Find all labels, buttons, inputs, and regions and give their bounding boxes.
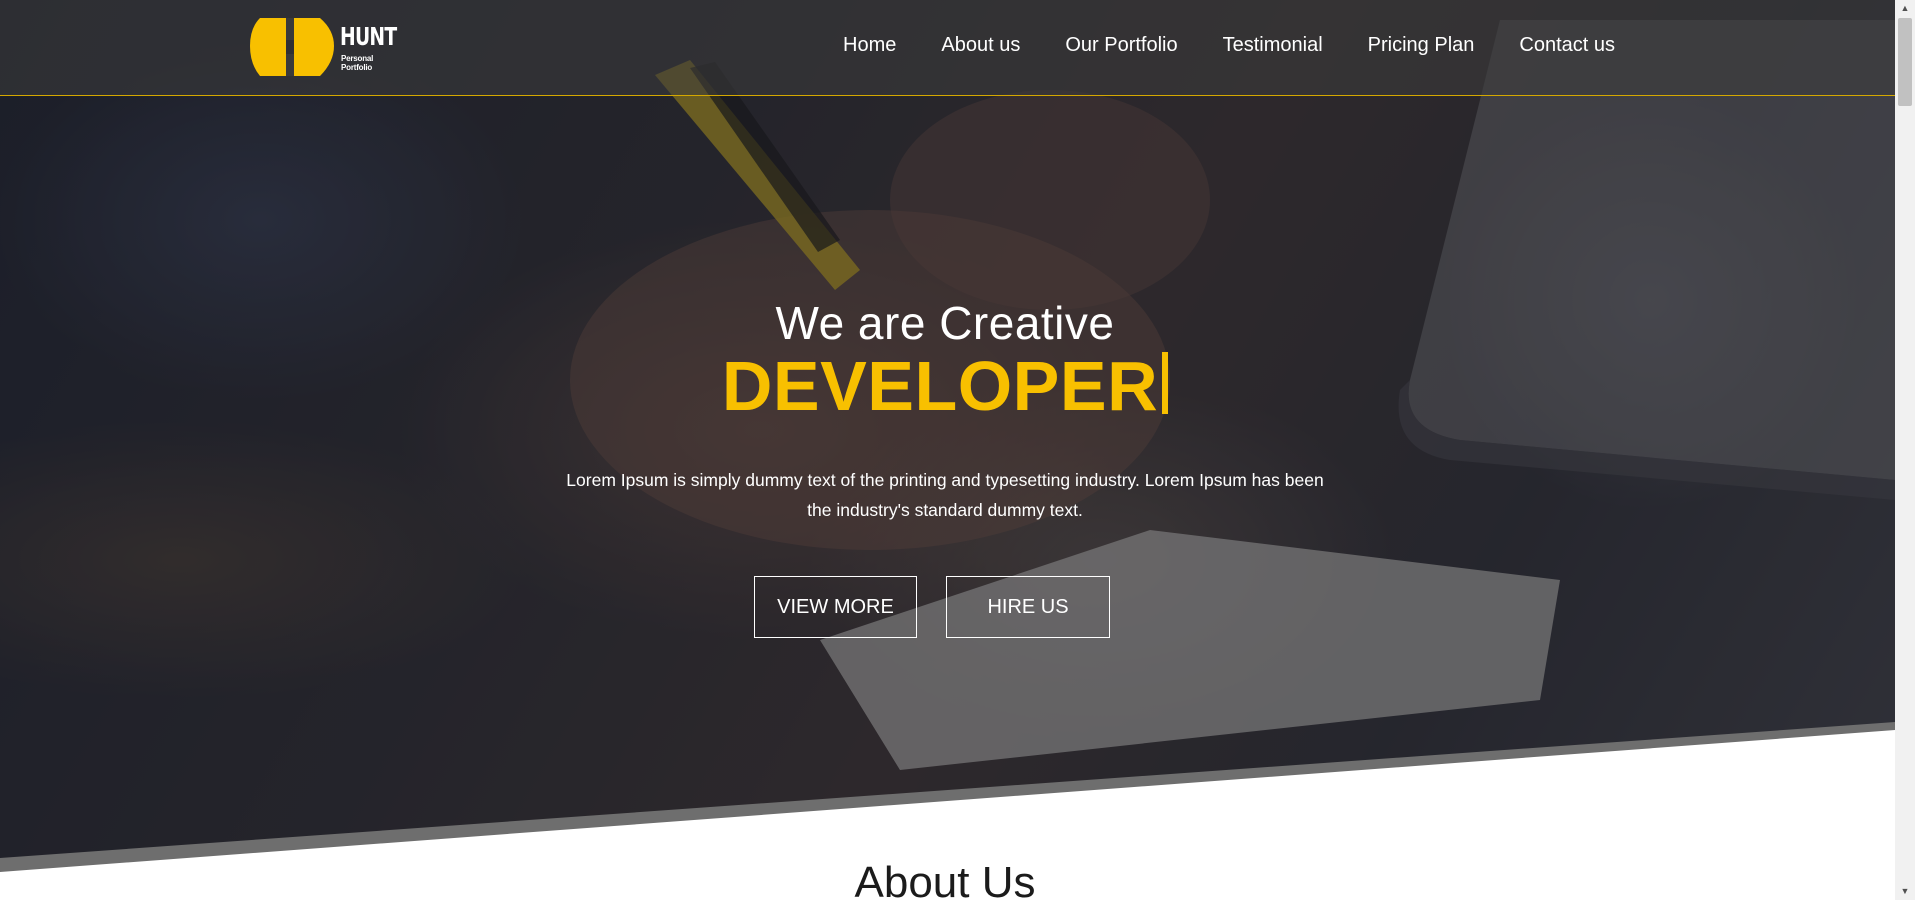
main-nav: Home About us Our Portfolio Testimonial … xyxy=(798,34,1615,57)
chevron-down-icon[interactable]: ▼ xyxy=(1895,883,1915,900)
view-more-button[interactable]: VIEW MORE xyxy=(754,576,917,638)
about-heading: About Us xyxy=(854,858,1036,900)
hero-section xyxy=(0,0,1895,900)
site-header: HUNT Personal Portfolio Home About us Ou… xyxy=(0,0,1895,96)
logo[interactable]: HUNT Personal Portfolio xyxy=(250,14,400,80)
nav-item-home[interactable]: Home xyxy=(843,34,896,57)
logo-wordmark: HUNT xyxy=(340,22,397,51)
logo-tagline: Personal Portfolio xyxy=(341,54,374,72)
typing-caret xyxy=(1162,352,1169,414)
vertical-scrollbar[interactable]: ▲ ▼ xyxy=(1895,0,1915,900)
hero-title-wrapper: DEVELOPER xyxy=(0,346,1890,426)
hire-us-button[interactable]: HIRE US xyxy=(946,576,1110,638)
nav-item-contact-us[interactable]: Contact us xyxy=(1519,34,1615,57)
nav-item-about-us[interactable]: About us xyxy=(941,34,1020,57)
scrollbar-thumb[interactable] xyxy=(1898,18,1912,106)
nav-item-testimonial[interactable]: Testimonial xyxy=(1223,34,1323,57)
hunt-h-logo-icon xyxy=(250,18,334,76)
nav-item-our-portfolio[interactable]: Our Portfolio xyxy=(1065,34,1177,57)
page: HUNT Personal Portfolio Home About us Ou… xyxy=(0,0,1915,900)
hero-title: DEVELOPER xyxy=(721,347,1159,425)
nav-item-pricing-plan[interactable]: Pricing Plan xyxy=(1368,34,1475,57)
chevron-up-icon[interactable]: ▲ xyxy=(1895,0,1915,17)
hero-description: Lorem Ipsum is simply dummy text of the … xyxy=(566,469,1324,520)
hero-kicker: We are Creative xyxy=(775,297,1115,349)
hero-slant-divider xyxy=(0,722,1895,900)
